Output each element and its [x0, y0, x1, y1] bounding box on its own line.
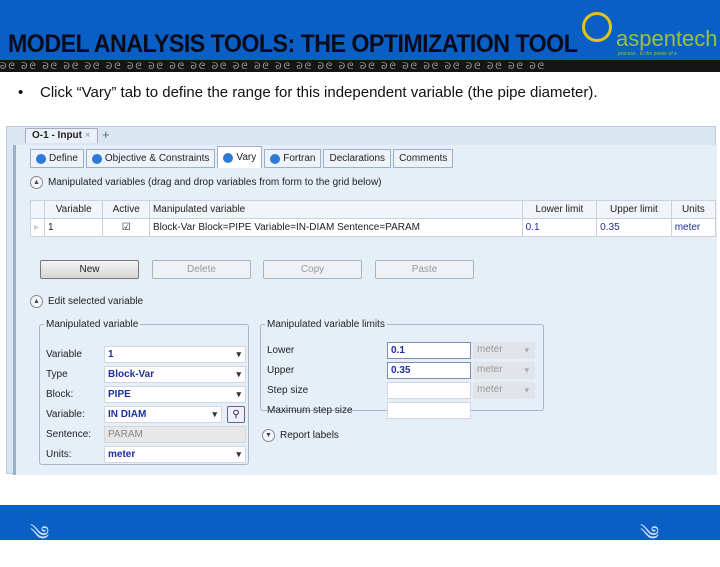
check-icon: [223, 152, 234, 163]
check-icon: [36, 153, 46, 164]
cell-units[interactable]: meter: [670, 218, 717, 237]
row-header: [30, 200, 45, 219]
new-tab-button[interactable]: +: [102, 127, 110, 142]
step-size-input[interactable]: [387, 382, 471, 399]
group-legend: Manipulated variable: [46, 319, 139, 330]
lower-limit-input[interactable]: 0.1: [387, 342, 471, 359]
paste-button[interactable]: Paste: [375, 260, 474, 279]
block-select[interactable]: PIPE: [104, 386, 246, 403]
report-labels-header[interactable]: ▼ Report labels: [262, 429, 339, 442]
tab-declarations[interactable]: Declarations: [323, 149, 392, 168]
lower-unit-select: meter: [473, 342, 535, 359]
slide-title: MODEL ANALYSIS TOOLS: THE OPTIMIZATION T…: [8, 30, 578, 58]
section-label: Edit selected variable: [48, 296, 144, 307]
tab-label: Declarations: [329, 152, 386, 164]
logo-mark-icon: [582, 12, 612, 42]
logo-text: aspentech: [616, 26, 718, 51]
field-label: Maximum step size: [267, 405, 353, 416]
edit-section-header[interactable]: ▲ Edit selected variable: [30, 295, 143, 308]
field-label: Step size: [267, 385, 309, 396]
step-unit-select: meter: [473, 382, 535, 399]
group-legend: Manipulated variable limits: [267, 319, 385, 330]
doc-tab-label: O-1 - Input: [32, 130, 82, 141]
new-button[interactable]: New: [40, 260, 139, 279]
tab-label: Vary: [236, 151, 257, 163]
type-select[interactable]: Block-Var: [104, 366, 246, 383]
binoculars-icon[interactable]: ⚲: [227, 406, 245, 423]
grid-header-row: Variable Active Manipulated variable Lower …: [30, 200, 717, 219]
col-variable: Variable: [43, 200, 104, 219]
collapse-icon[interactable]: ▲: [30, 295, 43, 308]
ornament-strip: ᘐᘓ ᘐᘓ ᘐᘓ ᘐᘓ ᘐᘓ ᘐᘓ ᘐᘓ ᘐᘓ ᘐᘓ ᘐᘓ ᘐᘓ ᘐᘓ ᘐᘓ ᘐ…: [0, 60, 720, 72]
slide-footer: ༄ ༄: [0, 505, 720, 545]
field-label: Block:: [46, 389, 74, 400]
field-label: Variable: [46, 349, 82, 360]
field-label: Type: [46, 369, 68, 380]
tab-label: Define: [49, 152, 78, 164]
tab-label: Comments: [399, 152, 448, 164]
section-label: Manipulated variables (drag and drop var…: [48, 177, 382, 188]
aspentech-logo: aspentech process . to the power of e: [582, 10, 718, 58]
cell-lower[interactable]: 0.1: [521, 218, 598, 237]
input-pane: Define Objective & Constraints Vary Fort…: [13, 145, 717, 475]
grid-section-header[interactable]: ▲ Manipulated variables (drag and drop va…: [30, 176, 382, 189]
copy-button[interactable]: Copy: [263, 260, 362, 279]
field-label: Upper: [267, 365, 295, 376]
units-select[interactable]: meter: [104, 446, 246, 463]
logo-tagline: process . to the power of e: [618, 51, 677, 57]
check-icon: [91, 153, 102, 164]
field-label: Sentence:: [46, 429, 92, 440]
bullet-icon: •: [18, 84, 24, 101]
aspen-input-window: O-1 - Input × + Define Objective & Const…: [6, 126, 717, 475]
section-label: Report labels: [280, 430, 339, 441]
slide-header: MODEL ANALYSIS TOOLS: THE OPTIMIZATION T…: [0, 0, 720, 60]
bullet-text: Click “Vary” tab to define the range for…: [40, 84, 598, 101]
col-upper: Upper limit: [596, 200, 672, 219]
delete-button[interactable]: Delete: [152, 260, 251, 279]
field-label: Variable:: [46, 409, 85, 420]
tab-fortran[interactable]: Fortran: [264, 149, 322, 168]
col-active: Active: [102, 200, 150, 219]
tab-vary[interactable]: Vary: [217, 146, 263, 168]
variable-select[interactable]: 1: [104, 346, 246, 363]
tab-comments[interactable]: Comments: [393, 149, 454, 168]
cell-variable[interactable]: 1: [43, 218, 104, 237]
tab-label: Fortran: [283, 152, 316, 164]
variable-limits-group: Manipulated variable limits Lower 0.1 mete…: [260, 319, 544, 419]
field-label: Lower: [267, 345, 295, 356]
check-icon: [270, 153, 281, 164]
footer-ornament-right-icon: ༄: [640, 523, 660, 545]
tab-label: Objective & Constraints: [104, 152, 210, 164]
col-units: Units: [670, 200, 717, 219]
field-label: Units:: [46, 449, 72, 460]
manipulated-variable-group: Manipulated variable Variable 1 Type Block…: [39, 319, 249, 465]
footer-ornament-left-icon: ༄: [30, 523, 50, 545]
cell-manipulated[interactable]: Block-Var Block=PIPE Variable=IN-DIAM Se…: [148, 218, 523, 237]
cell-upper[interactable]: 0.35: [596, 218, 672, 237]
max-step-size-input[interactable]: [387, 402, 471, 419]
row-selector[interactable]: ▸: [30, 218, 45, 237]
doc-tab-o1-input[interactable]: O-1 - Input ×: [25, 128, 98, 143]
variable-name-select[interactable]: IN DIAM: [104, 406, 222, 423]
upper-unit-select: meter: [473, 362, 535, 379]
table-row[interactable]: ▸ 1 ☑ Block-Var Block=PIPE Variable=IN-DIAM…: [30, 218, 717, 237]
col-manipulated: Manipulated variable: [148, 200, 523, 219]
col-lower: Lower limit: [521, 200, 598, 219]
active-checkbox[interactable]: ☑: [102, 218, 150, 237]
manipulated-variables-grid: Variable Active Manipulated variable Lower …: [30, 200, 717, 237]
tab-bar: Define Objective & Constraints Vary Fort…: [30, 146, 455, 168]
tab-define[interactable]: Define: [30, 149, 84, 168]
tab-objective-constraints[interactable]: Objective & Constraints: [85, 149, 216, 168]
expand-icon[interactable]: ▼: [262, 429, 275, 442]
collapse-icon[interactable]: ▲: [30, 176, 43, 189]
sentence-field: PARAM: [104, 426, 246, 443]
close-icon[interactable]: ×: [85, 130, 91, 141]
upper-limit-input[interactable]: 0.35: [387, 362, 471, 379]
